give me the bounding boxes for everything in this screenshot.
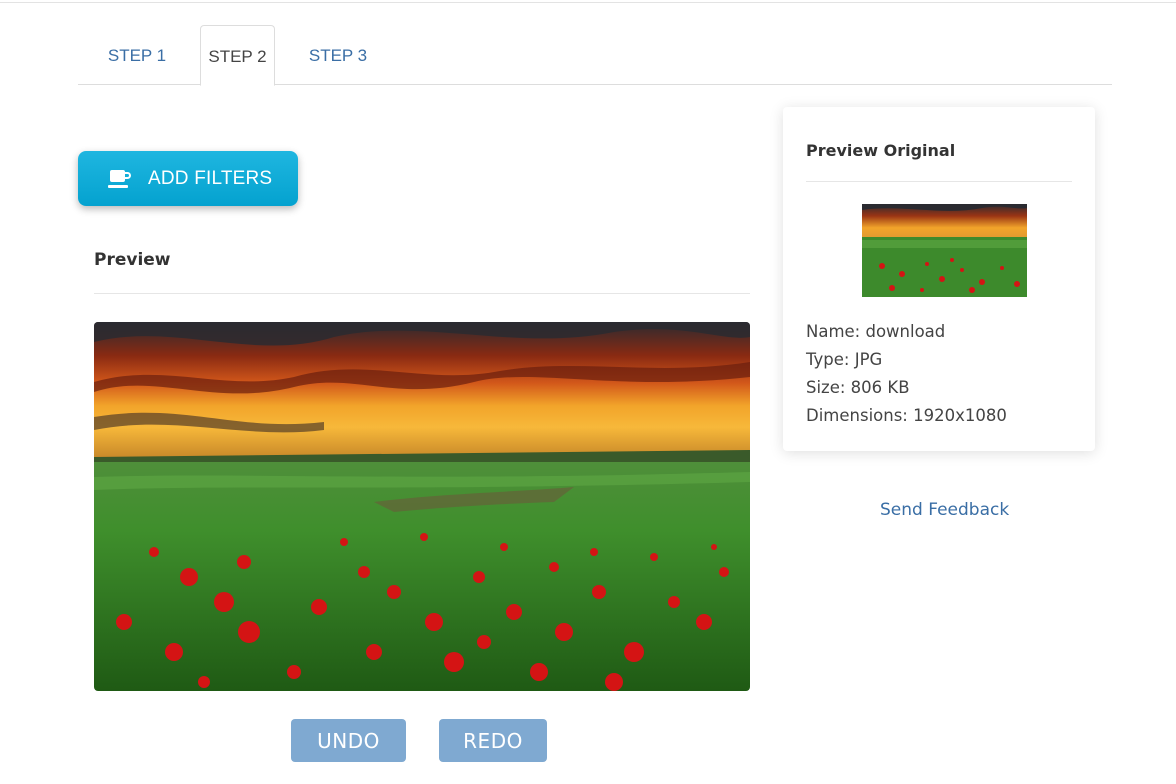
tab-step-3[interactable]: STEP 3 [278,25,398,85]
file-size: Size: 806 KB [806,378,910,397]
tab-step-2[interactable]: STEP 2 [200,25,275,86]
send-feedback-link[interactable]: Send Feedback [880,500,1009,520]
preview-original-title: Preview Original [806,141,956,160]
card-divider [806,181,1072,182]
tab-step-1[interactable]: STEP 1 [78,25,196,85]
step-tabs: STEP 1 STEP 2 STEP 3 [78,25,1112,86]
preview-original-card: Preview Original Name: download Type: JP… [783,107,1095,451]
add-filters-button[interactable]: ADD FILTERS [78,151,298,206]
add-filters-label: ADD FILTERS [148,167,273,189]
coffee-cup-icon [108,168,132,190]
undo-button[interactable]: UNDO [291,719,406,762]
preview-divider [94,293,750,294]
preview-title: Preview [94,250,171,270]
top-divider [0,2,1176,3]
preview-image [94,322,750,691]
redo-button[interactable]: REDO [439,719,547,762]
file-type: Type: JPG [806,350,883,369]
original-thumbnail [862,204,1027,297]
file-name: Name: download [806,322,946,341]
file-dimensions: Dimensions: 1920x1080 [806,406,1007,425]
